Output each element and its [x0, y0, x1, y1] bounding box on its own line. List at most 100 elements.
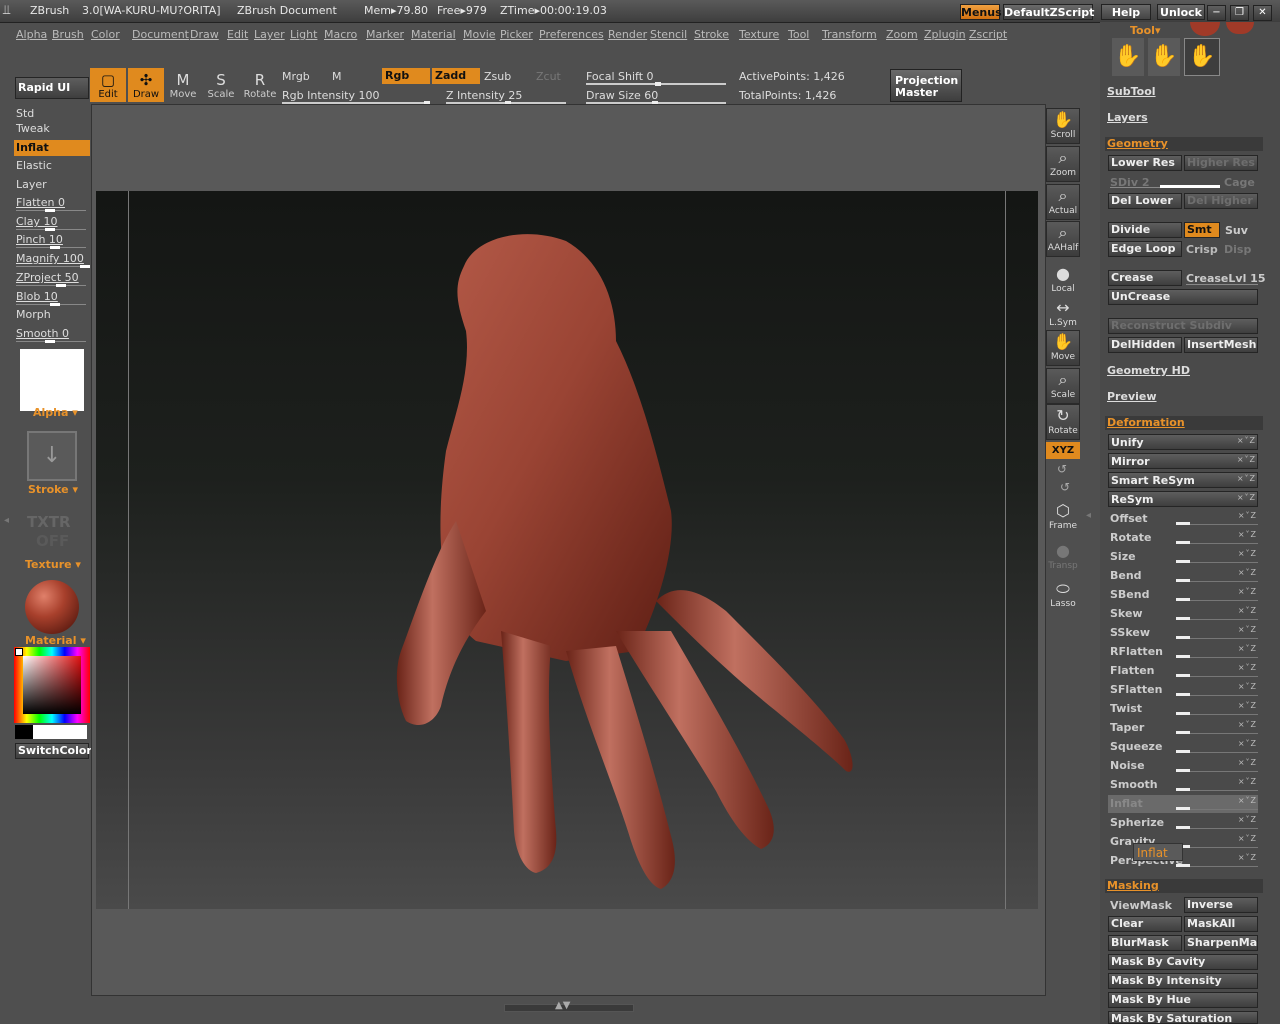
stroke-icon[interactable]: ↓ — [27, 431, 77, 481]
focal-shift-slider[interactable]: Focal Shift 0 — [586, 70, 654, 83]
magnify-slider[interactable]: Magnify 100 — [14, 251, 90, 267]
brush-tweak[interactable]: Tweak — [14, 121, 90, 137]
deformation-smart-resym-button[interactable]: Smart ReSym ×˅Z — [1108, 472, 1258, 488]
menu-picker[interactable]: Picker — [500, 28, 533, 41]
deformation-perspective-slider[interactable]: Perspective×˅Z — [1108, 852, 1258, 870]
local-button[interactable]: ● Local — [1046, 263, 1080, 299]
lasso-button[interactable]: ⬭ Lasso — [1046, 578, 1080, 614]
divide-button[interactable]: Divide — [1108, 222, 1182, 238]
inverse-button[interactable]: Inverse — [1184, 897, 1258, 913]
menu-material[interactable]: Material — [411, 28, 456, 41]
axis-toggle-icon[interactable]: ×˅Z — [1238, 682, 1257, 691]
help-button[interactable]: Help — [1101, 4, 1151, 20]
zproject-knob[interactable] — [56, 284, 66, 287]
deformation-sskew-slider[interactable]: SSkew ×˅Z — [1108, 624, 1258, 642]
draw-size-slider[interactable]: Draw Size 60 — [586, 89, 658, 102]
axis-toggle-icon[interactable]: ×˅Z — [1238, 587, 1257, 596]
sdiv-knob[interactable] — [1160, 185, 1220, 188]
secondary-color-swatch[interactable] — [15, 725, 33, 739]
view-mask-toggle[interactable]: ViewMask — [1110, 899, 1172, 912]
collapse-left-icon[interactable]: ◂ — [4, 515, 9, 526]
deformation-gravity-slider[interactable]: Gravity ×˅Z — [1108, 833, 1258, 851]
blob-knob[interactable] — [50, 303, 60, 306]
rgb-intensity-slider[interactable]: Rgb Intensity 100 — [282, 89, 379, 102]
blur-mask-button[interactable]: BlurMask — [1108, 935, 1182, 951]
menu-light[interactable]: Light — [290, 28, 317, 41]
deformation-slider-knob[interactable] — [1176, 788, 1190, 791]
menu-transform[interactable]: Transform — [822, 28, 877, 41]
del-lower-button[interactable]: Del Lower — [1108, 193, 1182, 209]
reconstruct-subdiv-button[interactable]: Reconstruct Subdiv — [1108, 318, 1258, 334]
menu-texture[interactable]: Texture — [739, 28, 779, 41]
suv-toggle[interactable]: Suv — [1225, 224, 1248, 237]
flatten-knob[interactable] — [45, 209, 55, 212]
deformation-slider-knob[interactable] — [1176, 598, 1190, 601]
crisp-toggle[interactable]: Crisp — [1186, 243, 1218, 256]
axis-toggle-icon[interactable]: ×˅Z — [1238, 834, 1257, 843]
axis-toggle-icon[interactable]: ×˅Z — [1238, 739, 1257, 748]
material-label[interactable]: Material ▾ — [25, 634, 86, 647]
menu-alpha[interactable]: Alpha — [16, 28, 47, 41]
deformation-slider-knob[interactable] — [1176, 731, 1190, 734]
deformation-rotate-slider[interactable]: Rotate ×˅Z — [1108, 529, 1258, 547]
zproject-track[interactable] — [16, 285, 86, 286]
axis-toggle-icon[interactable]: ×˅Z — [1237, 474, 1256, 483]
deformation-slider-knob[interactable] — [1176, 864, 1190, 867]
move-button[interactable]: M Move — [165, 68, 201, 102]
geometry-hd-header[interactable]: Geometry HD — [1107, 364, 1190, 377]
deformation-noise-slider[interactable]: Noise ×˅Z — [1108, 757, 1258, 775]
menu-stroke[interactable]: Stroke — [694, 28, 729, 41]
actual-button[interactable]: ⌕ Actual — [1046, 184, 1080, 220]
viewport-canvas[interactable] — [96, 191, 1038, 909]
del-higher-button[interactable]: Del Higher — [1184, 193, 1258, 209]
collapse-right-icon[interactable]: ◂ — [1086, 510, 1091, 521]
focal-shift-knob[interactable] — [655, 82, 661, 86]
texture-label[interactable]: Texture ▾ — [25, 558, 81, 571]
menu-tool[interactable]: Tool — [788, 28, 809, 41]
deformation-slider-knob[interactable] — [1176, 674, 1190, 677]
menu-color[interactable]: Color — [91, 28, 120, 41]
brush-inflat[interactable]: Inflat — [14, 140, 90, 156]
menu-draw[interactable]: Draw — [190, 28, 219, 41]
tool-label[interactable]: Tool▾ — [1130, 24, 1160, 37]
deformation-unify-button[interactable]: Unify ×˅Z — [1108, 434, 1258, 450]
transp-button[interactable]: ● Transp — [1046, 540, 1080, 576]
mrgb-button[interactable]: Mrgb — [282, 70, 310, 83]
menu-render[interactable]: Render — [608, 28, 647, 41]
menu-stencil[interactable]: Stencil — [650, 28, 687, 41]
deformation-slider-knob[interactable] — [1176, 693, 1190, 696]
rapid-ui-button[interactable]: Rapid UI — [15, 77, 89, 99]
axis-toggle-icon[interactable]: ×˅Z — [1237, 455, 1256, 464]
rotate-button[interactable]: R Rotate — [242, 68, 278, 102]
zsub-button[interactable]: Zsub — [484, 70, 511, 83]
pinch-knob[interactable] — [50, 246, 60, 249]
color-picker-square[interactable] — [23, 656, 81, 714]
scale-view-button[interactable]: ⌕ Scale — [1046, 368, 1080, 404]
deformation-squeeze-slider[interactable]: Squeeze ×˅Z — [1108, 738, 1258, 756]
magnify-knob[interactable] — [80, 265, 90, 268]
menu-brush[interactable]: Brush — [52, 28, 84, 41]
axis-toggle-icon[interactable]: ×˅Z — [1238, 549, 1257, 558]
masking-header[interactable]: Masking — [1105, 879, 1263, 893]
restore-icon[interactable]: ❐ — [1230, 5, 1249, 21]
edge-loop-button[interactable]: Edge Loop — [1108, 241, 1182, 257]
chevron-updown-icon[interactable]: ▲▼ — [555, 1000, 570, 1011]
sharpen-mask-button[interactable]: SharpenMask — [1184, 935, 1258, 951]
deformation-slider-knob[interactable] — [1176, 769, 1190, 772]
tool-thumb-hand-2[interactable]: ✋ — [1148, 38, 1180, 76]
deformation-bend-slider[interactable]: Bend ×˅Z — [1108, 567, 1258, 585]
cage-button[interactable]: Cage — [1224, 176, 1255, 189]
mask-by-cavity-button[interactable]: Mask By Cavity — [1108, 954, 1258, 970]
del-hidden-button[interactable]: DelHidden — [1108, 337, 1182, 353]
deformation-slider-knob[interactable] — [1176, 522, 1190, 525]
draw-button[interactable]: ✣ Draw — [128, 68, 164, 102]
axis-toggle-icon[interactable]: ×˅Z — [1238, 568, 1257, 577]
deformation-slider-knob[interactable] — [1176, 579, 1190, 582]
axis-toggle-icon[interactable]: ×˅Z — [1238, 644, 1257, 653]
deformation-taper-slider[interactable]: Taper ×˅Z — [1108, 719, 1258, 737]
higher-res-button[interactable]: Higher Res — [1184, 155, 1258, 171]
lsym-button[interactable]: ↔ L.Sym — [1046, 297, 1080, 333]
preview-header[interactable]: Preview — [1107, 390, 1157, 403]
mask-by-hue-button[interactable]: Mask By Hue — [1108, 992, 1258, 1008]
morph-button[interactable]: Morph — [14, 307, 90, 323]
